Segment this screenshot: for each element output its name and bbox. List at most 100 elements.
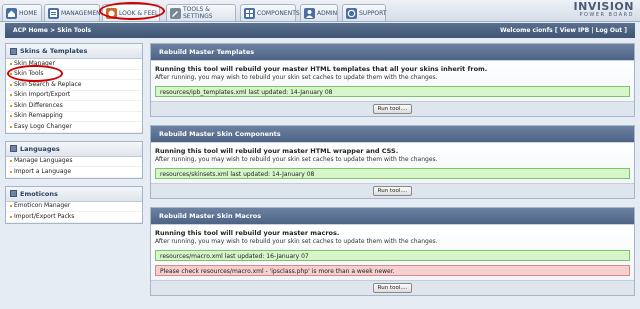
tab-tools-settings-label: TOOLS & SETTINGS [183,6,213,20]
view-ipb-link[interactable]: View IPB [560,27,590,34]
bracket-open: [ [554,27,558,34]
sidebar-item-skin-search-replace[interactable]: Skin Search & Replace [6,80,142,91]
sidebar-item-label: Skin Manager [14,59,55,67]
panel-footer: Run tool.... [151,101,634,116]
panel-body: Running this tool will rebuild your mast… [151,224,634,280]
tab-support-label: SUPPORT [359,9,387,17]
bullet-icon [10,160,12,163]
user-links: Welcome cionfs [ View IPB | Log Out ] [500,27,627,34]
panel-subtext: After running, you may wish to rebuild y… [155,156,438,163]
sidebar-item-label: Skin Differences [14,101,63,109]
panel-footer: Run tool.... [151,183,634,198]
bullet-icon [10,73,12,76]
sidebar-section-emoticons: Emoticons Emoticon Manager Import/Export… [5,185,143,224]
bullet-icon [10,94,12,97]
panel-rebuild-master-skin-macros: Rebuild Master Skin Macros Running this … [150,207,635,296]
tab-components-label: COMPONENTS [257,9,300,17]
admin-icon [304,7,315,19]
panel-heading: Running this tool will rebuild your mast… [155,147,399,155]
support-icon [346,7,357,19]
sidebar-item-manage-languages[interactable]: Manage Languages [6,157,142,167]
sidebar-item-label: Skin Search & Replace [14,80,82,88]
tab-support[interactable]: SUPPORT [342,4,387,21]
sidebar-item-skin-tools[interactable]: Skin Tools [6,70,142,80]
sidebar-item-skin-manager[interactable]: Skin Manager [6,59,142,70]
bullet-icon [10,215,12,218]
bullet-icon [10,115,12,118]
nav-bar: ACP Home > Skin Tools Welcome cionfs [ V… [5,23,635,38]
sidebar-section-header: Languages [6,141,142,157]
sidebar-item-easy-logo-changer[interactable]: Easy Logo Changer [6,122,142,133]
tab-tools-settings[interactable]: TOOLS & SETTINGS [166,4,236,21]
panel-rebuild-master-skin-components: Rebuild Master Skin Components Running t… [150,125,635,199]
separator: | [591,27,594,34]
components-icon [244,7,255,19]
status-ok-message: resources/skinsets.xml last updated: 14-… [155,168,630,179]
panel-rebuild-master-templates: Rebuild Master Templates Running this to… [150,43,635,117]
sidebar-item-label: Skin Tools [14,70,44,77]
home-icon [6,7,17,19]
sidebar-item-label: Skin Remapping [14,112,63,119]
run-tool-button[interactable]: Run tool.... [372,186,413,196]
tab-management[interactable]: MANAGEMENT [44,4,104,21]
management-icon [48,7,59,19]
sidebar-item-label: Import a Language [14,167,72,175]
sidebar-item-emoticon-manager[interactable]: Emoticon Manager [6,202,142,212]
panel-subtext: After running, you may wish to rebuild y… [155,238,438,245]
sidebar-section-skins: Skins & Templates Skin Manager Skin Tool… [5,43,143,134]
breadcrumb[interactable]: ACP Home > Skin Tools [13,27,91,34]
run-tool-button[interactable]: Run tool.... [372,104,413,114]
panel-footer: Run tool.... [151,280,634,295]
sidebar-item-skin-differences[interactable]: Skin Differences [6,101,142,112]
panel-subtext: After running, you may wish to rebuild y… [155,74,438,81]
panel-title: Rebuild Master Templates [151,44,634,60]
bullet-icon [10,205,12,208]
tab-look-and-feel-label: LOOK & FEEL [119,9,159,17]
sidebar-item-label: Easy Logo Changer [14,122,72,130]
logo-line1: INVISION [573,0,634,13]
sidebar-section-title: Skins & Templates [20,47,88,55]
sidebar-section-title: Languages [20,144,60,153]
tab-management-label: MANAGEMENT [61,9,105,17]
bullet-icon [10,62,12,65]
panel-heading: Running this tool will rebuild your mast… [155,65,488,73]
sidebar-item-label: Manage Languages [14,157,73,164]
logo-line2: POWER BOARD [579,12,634,18]
tab-look-and-feel[interactable]: LOOK & FEEL [102,4,160,21]
panel-body: Running this tool will rebuild your mast… [151,142,634,183]
status-ok-message: resources/macro.xml last updated: 16-Jan… [155,250,630,261]
sidebar-section-header: Emoticons [6,186,142,202]
run-tool-button[interactable]: Run tool.... [372,283,413,293]
bullet-icon [10,104,12,107]
sidebar-item-skin-import-export[interactable]: Skin Import/Export [6,91,142,101]
bullet-icon [10,125,12,128]
panel-title: Rebuild Master Skin Components [151,126,634,142]
panel-heading: Running this tool will rebuild your mast… [155,229,340,237]
tab-components[interactable]: COMPONENTS [240,4,300,21]
logout-link[interactable]: Log Out [596,27,623,34]
sidebar-section-title: Emoticons [20,189,58,198]
sidebar-item-import-language[interactable]: Import a Language [6,167,142,178]
sidebar-item-skin-remapping[interactable]: Skin Remapping [6,112,142,122]
bullet-icon [10,83,12,86]
folder-icon [10,145,17,152]
tab-home-label: HOME [19,9,38,17]
bracket-close: ] [624,27,627,34]
tab-home[interactable]: HOME [2,4,42,21]
welcome-text: Welcome cionfs [499,27,553,34]
sidebar-item-label: Import/Export Packs [14,212,75,220]
status-error-message: Please check resources/macro.xml - 'ipsc… [155,265,630,276]
invision-logo: INVISION POWER BOARD [574,1,634,19]
folder-icon [10,47,17,55]
sidebar-section-header: Skins & Templates [6,44,142,59]
sidebar-item-import-export-packs[interactable]: Import/Export Packs [6,212,142,223]
panel-body: Running this tool will rebuild your mast… [151,60,634,101]
bullet-icon [10,170,12,173]
status-ok-message: resources/ipb_templates.xml last updated… [155,86,630,97]
top-tab-bar: HOME MANAGEMENT LOOK & FEEL TOOLS & SETT… [0,0,640,22]
sidebar-section-languages: Languages Manage Languages Import a Lang… [5,140,143,179]
folder-icon [10,190,17,197]
tab-admin[interactable]: ADMIN [300,4,338,21]
tools-icon [170,7,181,19]
tab-admin-label: ADMIN [317,9,338,17]
